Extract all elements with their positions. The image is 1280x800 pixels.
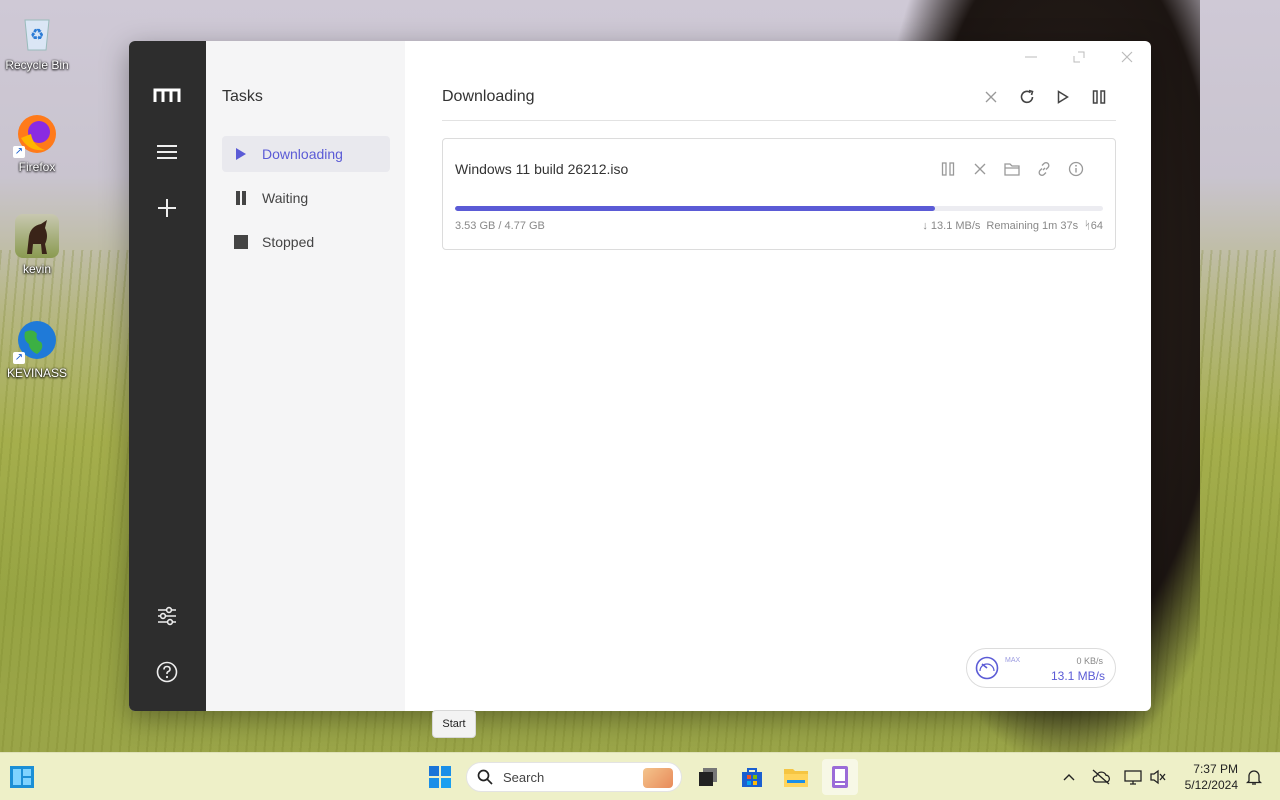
menu-icon[interactable] bbox=[153, 138, 181, 166]
header-divider bbox=[442, 120, 1116, 121]
search-icon bbox=[477, 768, 495, 786]
start-button[interactable] bbox=[422, 759, 458, 795]
task-card[interactable]: Windows 11 build 26212.iso 3.53 GB / 4.7… bbox=[442, 138, 1116, 250]
speedometer[interactable]: MAX 0 KB/s 13.1 MB/s bbox=[966, 648, 1116, 688]
task-info-button[interactable] bbox=[1064, 157, 1088, 181]
task-view-button[interactable] bbox=[690, 759, 726, 795]
pause-icon bbox=[234, 191, 248, 205]
network-icon[interactable] bbox=[1123, 767, 1143, 787]
main-panel: Downloading Windows 11 build 26212.iso 3… bbox=[405, 41, 1151, 711]
task-copy-link-button[interactable] bbox=[1032, 157, 1056, 181]
page-title: Downloading bbox=[442, 88, 535, 105]
desktop-icon-kevinass[interactable]: ↗ KEVINASS bbox=[4, 318, 70, 380]
upload-speed: 0 KB/s bbox=[1076, 656, 1103, 666]
speed-max-label: MAX bbox=[1005, 657, 1021, 664]
notifications-icon[interactable] bbox=[1244, 767, 1264, 787]
task-progress-fill bbox=[455, 206, 935, 211]
task-stats: ↓ 13.1 MB/s Remaining 1m 37s ᛋ64 bbox=[922, 220, 1103, 232]
task-size: 3.53 GB / 4.77 GB bbox=[455, 220, 545, 232]
sidebar-item-label: Downloading bbox=[262, 146, 343, 162]
sidebar-item-label: Stopped bbox=[262, 234, 315, 250]
widgets-button[interactable] bbox=[4, 759, 40, 795]
taskbar-search[interactable]: Search bbox=[466, 762, 682, 792]
pause-all-button[interactable] bbox=[1087, 85, 1111, 109]
recycle-bin-icon: ♻ bbox=[15, 10, 59, 54]
task-progress-bar bbox=[455, 206, 1103, 211]
add-task-icon[interactable] bbox=[153, 194, 181, 222]
taskbar: Search 7:37 PM 5/12/2024 bbox=[0, 752, 1280, 800]
close-window-button[interactable] bbox=[1111, 45, 1143, 69]
desktop-icon-kevin[interactable]: kevin bbox=[4, 214, 70, 276]
app-logo-icon bbox=[153, 82, 181, 110]
download-speed: 13.1 MB/s bbox=[1050, 669, 1105, 683]
task-connections: ᛋ64 bbox=[1084, 220, 1103, 232]
sidebar-item-downloading[interactable]: Downloading bbox=[222, 136, 390, 172]
stop-icon bbox=[234, 235, 248, 249]
desktop-icon-label: kevin bbox=[22, 262, 51, 276]
refresh-button[interactable] bbox=[1015, 85, 1039, 109]
desktop-icon-recycle-bin[interactable]: ♻ Recycle Bin bbox=[4, 10, 70, 72]
connections-icon: ᛋ bbox=[1084, 220, 1091, 232]
task-delete-button[interactable] bbox=[968, 157, 992, 181]
search-highlight-art bbox=[643, 768, 673, 788]
sidebar-item-waiting[interactable]: Waiting bbox=[222, 180, 390, 216]
task-speed: ↓ 13.1 MB/s bbox=[922, 220, 981, 232]
desktop-icon-label: Recycle Bin bbox=[5, 58, 69, 72]
volume-muted-icon[interactable] bbox=[1148, 767, 1168, 787]
task-open-folder-button[interactable] bbox=[1000, 157, 1024, 181]
svg-text:♻: ♻ bbox=[30, 27, 44, 44]
shortcut-arrow-icon: ↗ bbox=[13, 146, 25, 158]
play-icon bbox=[234, 147, 248, 161]
desktop-icon-label: Firefox bbox=[18, 160, 56, 174]
shortcut-arrow-icon: ↗ bbox=[13, 352, 25, 364]
sidebar-title: Tasks bbox=[222, 88, 263, 105]
start-tooltip: Start bbox=[432, 710, 476, 738]
task-remaining: Remaining 1m 37s bbox=[986, 220, 1079, 232]
sidebar-item-stopped[interactable]: Stopped bbox=[222, 224, 390, 260]
maximize-button[interactable] bbox=[1063, 45, 1095, 69]
task-name: Windows 11 build 26212.iso bbox=[455, 161, 629, 177]
onedrive-offline-icon[interactable] bbox=[1091, 767, 1111, 787]
clock-date: 5/12/2024 bbox=[1184, 778, 1238, 792]
sidebar-item-label: Waiting bbox=[262, 190, 309, 206]
motrix-app-button[interactable] bbox=[822, 759, 858, 795]
file-explorer-button[interactable] bbox=[778, 759, 814, 795]
store-button[interactable] bbox=[734, 759, 770, 795]
task-pause-button[interactable] bbox=[936, 157, 960, 181]
firefox-icon: ↗ bbox=[13, 112, 59, 158]
desktop-icon-firefox[interactable]: ↗ Firefox bbox=[4, 112, 70, 174]
resume-all-button[interactable] bbox=[1051, 85, 1075, 109]
task-connections-count: 64 bbox=[1090, 220, 1103, 232]
preferences-sliders-icon[interactable] bbox=[153, 602, 181, 630]
help-icon[interactable] bbox=[153, 658, 181, 686]
desktop-icon-label: KEVINASS bbox=[6, 366, 68, 380]
minimize-button[interactable] bbox=[1015, 45, 1047, 69]
show-hidden-icons-button[interactable] bbox=[1059, 767, 1079, 787]
nav-rail bbox=[129, 41, 206, 711]
task-sidebar: Tasks Downloading Waiting Stopped bbox=[206, 41, 405, 711]
taskbar-clock[interactable]: 7:37 PM 5/12/2024 bbox=[1180, 761, 1238, 793]
globe-icon: ↗ bbox=[13, 318, 59, 364]
speedometer-gauge-icon bbox=[975, 656, 999, 680]
app-window: Tasks Downloading Waiting Stopped Downlo… bbox=[129, 41, 1151, 711]
search-placeholder: Search bbox=[503, 769, 545, 785]
horse-image-icon bbox=[15, 214, 59, 258]
delete-all-button[interactable] bbox=[979, 85, 1003, 109]
clock-time: 7:37 PM bbox=[1193, 762, 1238, 776]
